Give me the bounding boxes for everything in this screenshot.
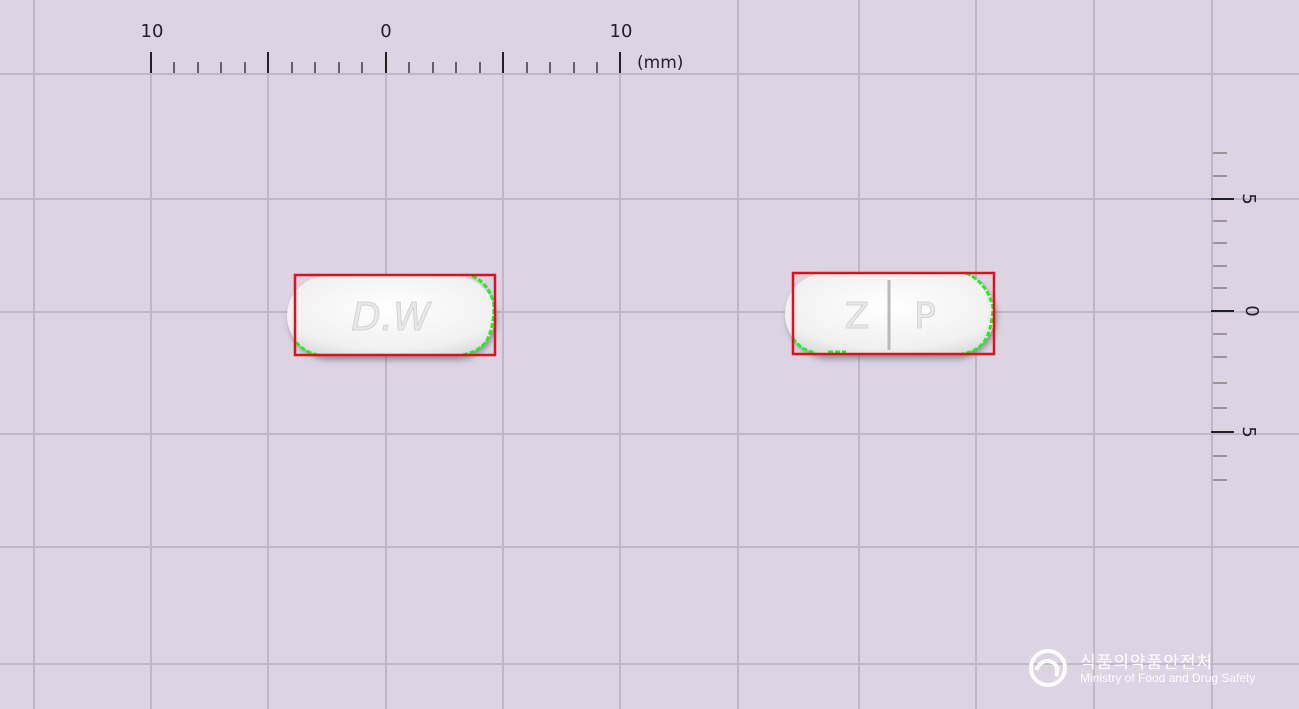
- right-ruler-ticks: [1211, 152, 1234, 481]
- grid-lines: [0, 0, 1299, 709]
- mfds-watermark: 식품의약품안전처 Ministry of Food and Drug Safet…: [1028, 646, 1278, 690]
- top-ruler-label-left: 10: [141, 21, 164, 42]
- pill-zp-imprint-right: P: [914, 296, 936, 337]
- right-ruler-label-bottom: 5: [1238, 426, 1259, 437]
- right-ruler-label-top: 5: [1238, 193, 1259, 204]
- pill-zp-imprint-left: Z: [845, 296, 870, 337]
- top-ruler-ticks: [150, 52, 621, 73]
- mfds-logo-icon: [1029, 649, 1067, 687]
- pill-zp: Z P: [785, 271, 996, 356]
- pill-measurement-canvas: 10 0 10 (mm) 5 0 5 D.W Z P: [0, 0, 1299, 709]
- watermark-korean-text: 식품의약품안전처: [1080, 653, 1214, 673]
- top-ruler-unit: (mm): [637, 53, 683, 73]
- right-ruler-label-center: 0: [1241, 305, 1262, 316]
- top-ruler-label-center: 0: [380, 21, 391, 42]
- right-ruler: 5 0 5: [1211, 152, 1262, 481]
- top-ruler: 10 0 10 (mm): [141, 21, 683, 73]
- top-ruler-label-right: 10: [610, 21, 633, 42]
- watermark-english-text: Ministry of Food and Drug Safety: [1080, 671, 1256, 685]
- pill-dw: D.W: [287, 273, 497, 357]
- pill-dw-imprint: D.W: [352, 295, 432, 339]
